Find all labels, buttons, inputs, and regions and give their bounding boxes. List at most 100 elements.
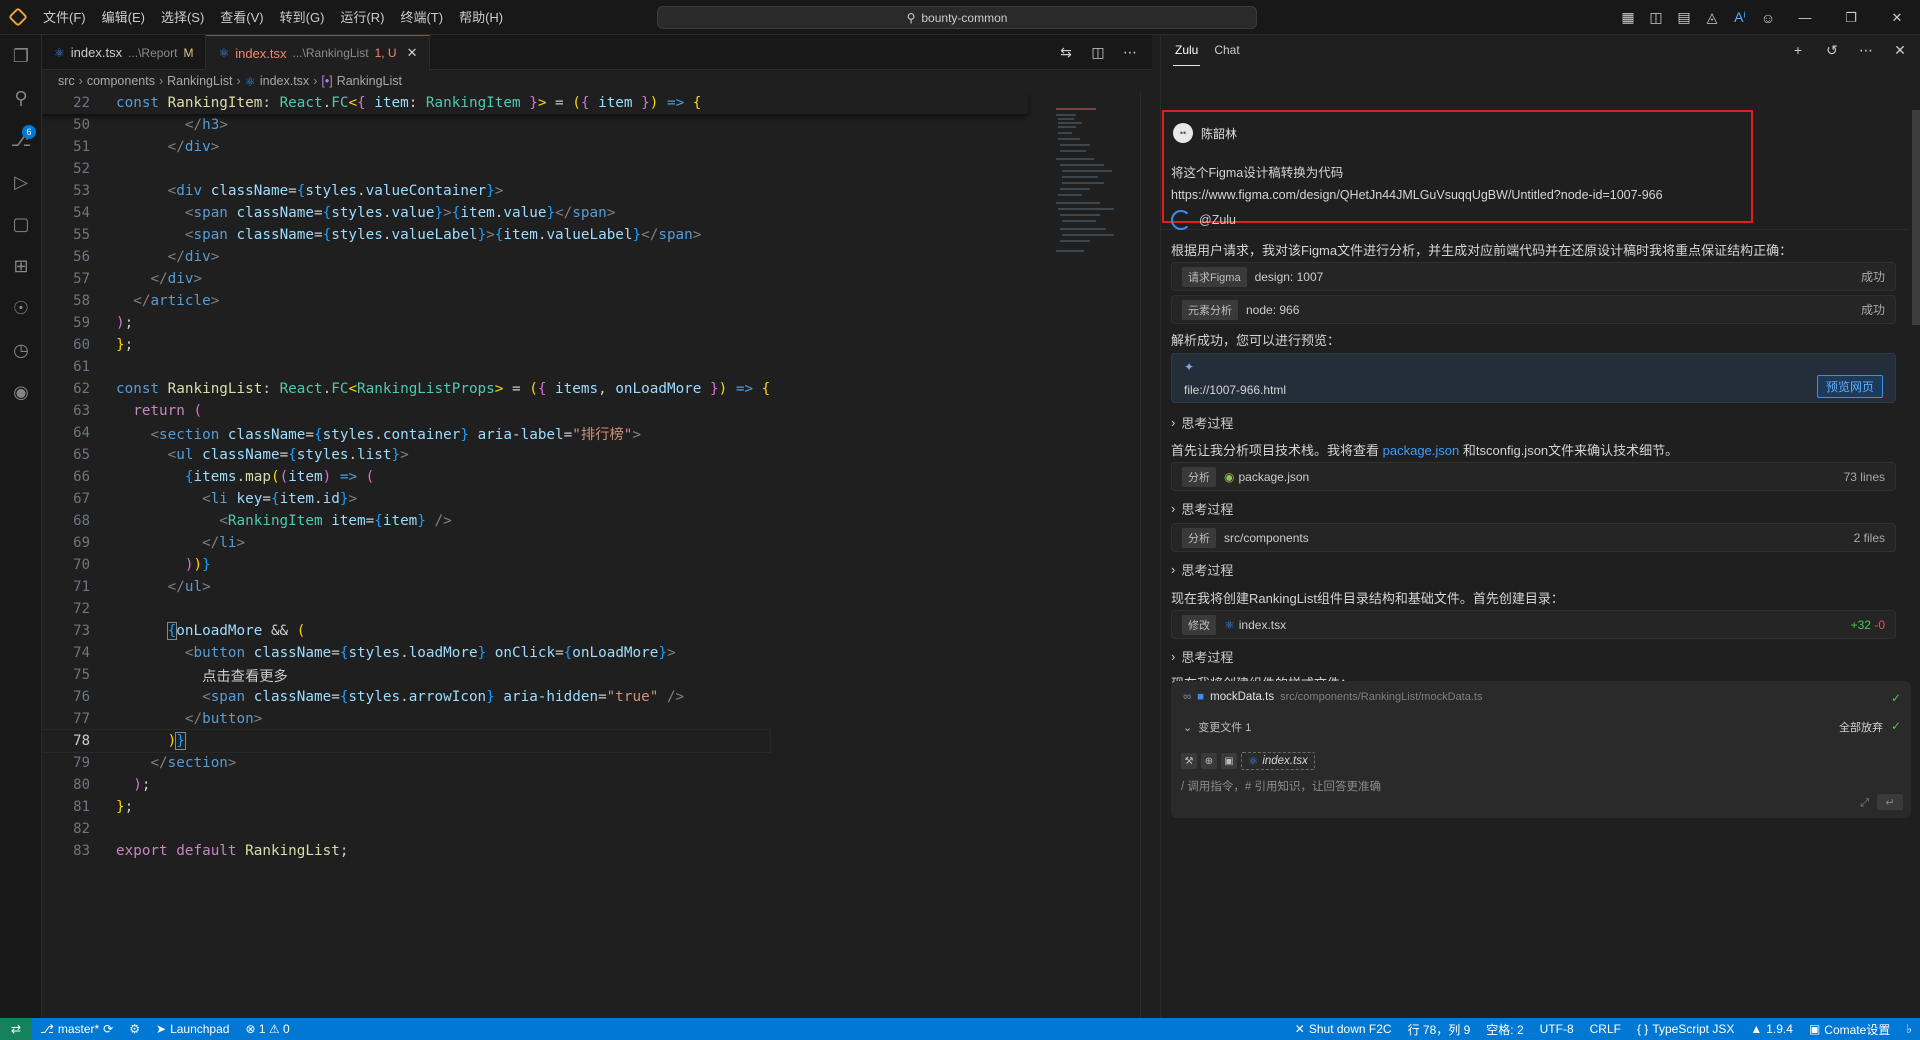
menu-terminal[interactable]: 终端(T) bbox=[392, 0, 451, 35]
command-center-search[interactable]: ⚲ bounty-common bbox=[657, 6, 1257, 29]
changed-files-summary[interactable]: ⌄ 变更文件 1 bbox=[1183, 719, 1251, 735]
tool-call-figma[interactable]: 请求Figma design: 1007 成功 bbox=[1171, 262, 1896, 291]
thinking-process-toggle[interactable]: › 思考过程 bbox=[1171, 647, 1233, 666]
toggle-secondary-sidebar-icon[interactable]: ◬ bbox=[1698, 0, 1726, 35]
package-json-link[interactable]: package.json bbox=[1383, 443, 1460, 458]
notifications-item[interactable]: ♭ bbox=[1898, 1022, 1920, 1036]
discard-all-button[interactable]: 全部放弃 bbox=[1839, 719, 1883, 735]
compare-changes-icon[interactable]: ⇆ bbox=[1052, 35, 1080, 70]
history-icon[interactable]: ↺ bbox=[1818, 33, 1846, 68]
f2c-item[interactable]: ✕ Shut down F2C bbox=[1287, 1022, 1400, 1036]
chevron-down-icon: ⌄ bbox=[1183, 721, 1193, 734]
ai-icon[interactable]: Aⁱ bbox=[1726, 0, 1754, 35]
thinking-process-toggle[interactable]: › 思考过程 bbox=[1171, 413, 1233, 432]
react-file-icon: ⚛ bbox=[1224, 617, 1235, 632]
cursor-position[interactable]: 行 78，列 9 bbox=[1400, 1021, 1479, 1038]
launchpad-item[interactable]: ➤ Launchpad bbox=[148, 1022, 237, 1036]
toggle-panel-icon[interactable]: ▤ bbox=[1670, 0, 1698, 35]
menu-help[interactable]: 帮助(H) bbox=[451, 0, 511, 35]
tool-status: 成功 bbox=[1860, 270, 1885, 284]
tab-zulu[interactable]: Zulu bbox=[1173, 35, 1201, 66]
restore-button[interactable]: ❐ bbox=[1828, 0, 1874, 35]
minimize-button[interactable]: — bbox=[1782, 0, 1828, 35]
context-file-chip[interactable]: ⚛ index.tsx bbox=[1241, 752, 1315, 770]
sticky-scroll-line[interactable]: 22 const RankingItem: React.FC<{ item: Ra… bbox=[42, 92, 1028, 114]
more-icon[interactable]: ⋯ bbox=[1852, 33, 1880, 68]
accept-check-icon[interactable]: ✓ bbox=[1891, 691, 1901, 705]
close-icon[interactable]: ✕ bbox=[407, 45, 418, 61]
run-debug-icon[interactable]: ▷ bbox=[0, 161, 42, 203]
tool-call-analyze-package[interactable]: 分析 ◉ package.json 73 lines bbox=[1171, 462, 1896, 491]
warning-triangle-icon: ▲ bbox=[1750, 1022, 1763, 1036]
breadcrumb-src[interactable]: src bbox=[58, 74, 75, 88]
git-icon-item[interactable]: ⚙ bbox=[121, 1022, 148, 1036]
thinking-process-toggle[interactable]: › 思考过程 bbox=[1171, 560, 1233, 579]
indentation[interactable]: 空格: 2 bbox=[1478, 1021, 1531, 1038]
tab-rankinglist-index[interactable]: ⚛ index.tsx ...\RankingList 1, U ✕ bbox=[206, 35, 431, 70]
end-of-line[interactable]: CRLF bbox=[1582, 1022, 1629, 1036]
menu-selection[interactable]: 选择(S) bbox=[153, 0, 212, 35]
extensions-icon[interactable]: ⊞ bbox=[0, 245, 42, 287]
account-icon[interactable]: ☺ bbox=[1754, 0, 1782, 35]
toggle-sidebar-icon[interactable]: ◫ bbox=[1642, 0, 1670, 35]
preview-icon[interactable]: ◉ bbox=[0, 371, 42, 413]
search-icon[interactable]: ⚲ bbox=[0, 77, 42, 119]
menu-go[interactable]: 转到(G) bbox=[272, 0, 333, 35]
language-mode[interactable]: { } TypeScript JSX bbox=[1629, 1022, 1742, 1036]
close-icon[interactable]: ✕ bbox=[1886, 33, 1914, 68]
more-actions-icon[interactable]: ⋯ bbox=[1116, 35, 1144, 70]
tab-report-index[interactable]: ⚛ index.tsx ...\Report M bbox=[42, 35, 207, 70]
editor-scrollbar[interactable] bbox=[1140, 92, 1152, 1018]
expand-icon[interactable]: ⤢ bbox=[1860, 797, 1869, 810]
breadcrumb-symbol[interactable]: RankingList bbox=[337, 74, 402, 88]
problems-item[interactable]: ⊗ 1 ⚠ 0 bbox=[237, 1022, 297, 1036]
zulu-avatar-icon bbox=[1171, 210, 1191, 230]
comate-settings[interactable]: ▣ Comate设置 bbox=[1801, 1021, 1898, 1038]
git-graph-icon[interactable]: ☉ bbox=[0, 287, 42, 329]
tab-chat[interactable]: Chat bbox=[1212, 35, 1241, 65]
thinking-label: 思考过程 bbox=[1181, 416, 1234, 431]
remote-explorer-icon[interactable]: ▢ bbox=[0, 203, 42, 245]
preview-webpage-button[interactable]: 预览网页 bbox=[1816, 375, 1883, 398]
problems-count: ⊗ 1 ⚠ 0 bbox=[245, 1022, 290, 1036]
current-line-number: 78 bbox=[73, 733, 90, 749]
branch-status[interactable]: ⎇ master* ⟳ bbox=[32, 1022, 121, 1036]
minimap[interactable] bbox=[1054, 92, 1140, 1018]
version-item[interactable]: ▲ 1.9.4 bbox=[1742, 1022, 1801, 1036]
encoding[interactable]: UTF-8 bbox=[1532, 1022, 1582, 1036]
breadcrumb-file[interactable]: index.tsx bbox=[260, 74, 309, 88]
chat-input-box[interactable]: ⚒ ⊕ ▣ ⚛ index.tsx / 调用指令，# 引用知识，让回答更准确 ⤢ … bbox=[1171, 742, 1911, 818]
activity-bar: ❐ ⚲ ⎇ 6 ▷ ▢ ⊞ ☉ ◷ ◉ bbox=[0, 35, 42, 1018]
new-chat-icon[interactable]: + bbox=[1784, 33, 1812, 68]
menu-file[interactable]: 文件(F) bbox=[35, 0, 94, 35]
tool-call-element-analysis[interactable]: 元素分析 node: 966 成功 bbox=[1171, 295, 1896, 324]
f2c-label: Shut down F2C bbox=[1308, 1022, 1392, 1036]
menu-run[interactable]: 运行(R) bbox=[332, 0, 392, 35]
tool-call-analyze-components[interactable]: 分析 src/components 2 files bbox=[1171, 523, 1896, 552]
send-button[interactable]: ↵ bbox=[1877, 794, 1903, 810]
tool-call-modify-index[interactable]: 修改 ⚛ index.tsx +32 -0 bbox=[1171, 610, 1896, 639]
changed-file-row[interactable]: ∞ ■ mockData.ts src/components/RankingLi… bbox=[1183, 691, 1482, 703]
link-icon: ∞ bbox=[1183, 691, 1192, 703]
code-editor[interactable]: 22 const RankingItem: React.FC<{ item: Ra… bbox=[42, 92, 1042, 1018]
remote-indicator[interactable]: ⇄ bbox=[0, 1018, 32, 1040]
menu-edit[interactable]: 编辑(E) bbox=[94, 0, 153, 35]
close-window-button[interactable]: ✕ bbox=[1874, 0, 1920, 35]
split-editor-icon[interactable]: ◫ bbox=[1084, 35, 1112, 70]
search-icon: ⚲ bbox=[906, 10, 916, 25]
layout-controls-icon[interactable]: ▦ bbox=[1614, 0, 1642, 35]
tool-status: 成功 bbox=[1860, 303, 1885, 317]
timeline-icon[interactable]: ◷ bbox=[0, 329, 42, 371]
source-control-icon[interactable]: ⎇ 6 bbox=[0, 119, 42, 161]
breadcrumb-components[interactable]: components bbox=[87, 74, 155, 88]
add-context-icon[interactable]: ⊕ bbox=[1201, 753, 1217, 769]
image-icon[interactable]: ▣ bbox=[1221, 753, 1237, 769]
menu-view[interactable]: 查看(V) bbox=[212, 0, 271, 35]
explorer-icon[interactable]: ❐ bbox=[0, 35, 42, 77]
tool-icon[interactable]: ⚒ bbox=[1181, 753, 1197, 769]
tool-tag: 分析 bbox=[1182, 527, 1216, 548]
thinking-process-toggle[interactable]: › 思考过程 bbox=[1171, 499, 1233, 518]
bot-intro: 根据用户请求，我对该Figma文件进行分析，并生成对应前端代码并在还原设计稿时我… bbox=[1171, 243, 1793, 258]
accept-all-check-icon[interactable]: ✓ bbox=[1891, 719, 1901, 733]
breadcrumb-rankinglist[interactable]: RankingList bbox=[167, 74, 232, 88]
